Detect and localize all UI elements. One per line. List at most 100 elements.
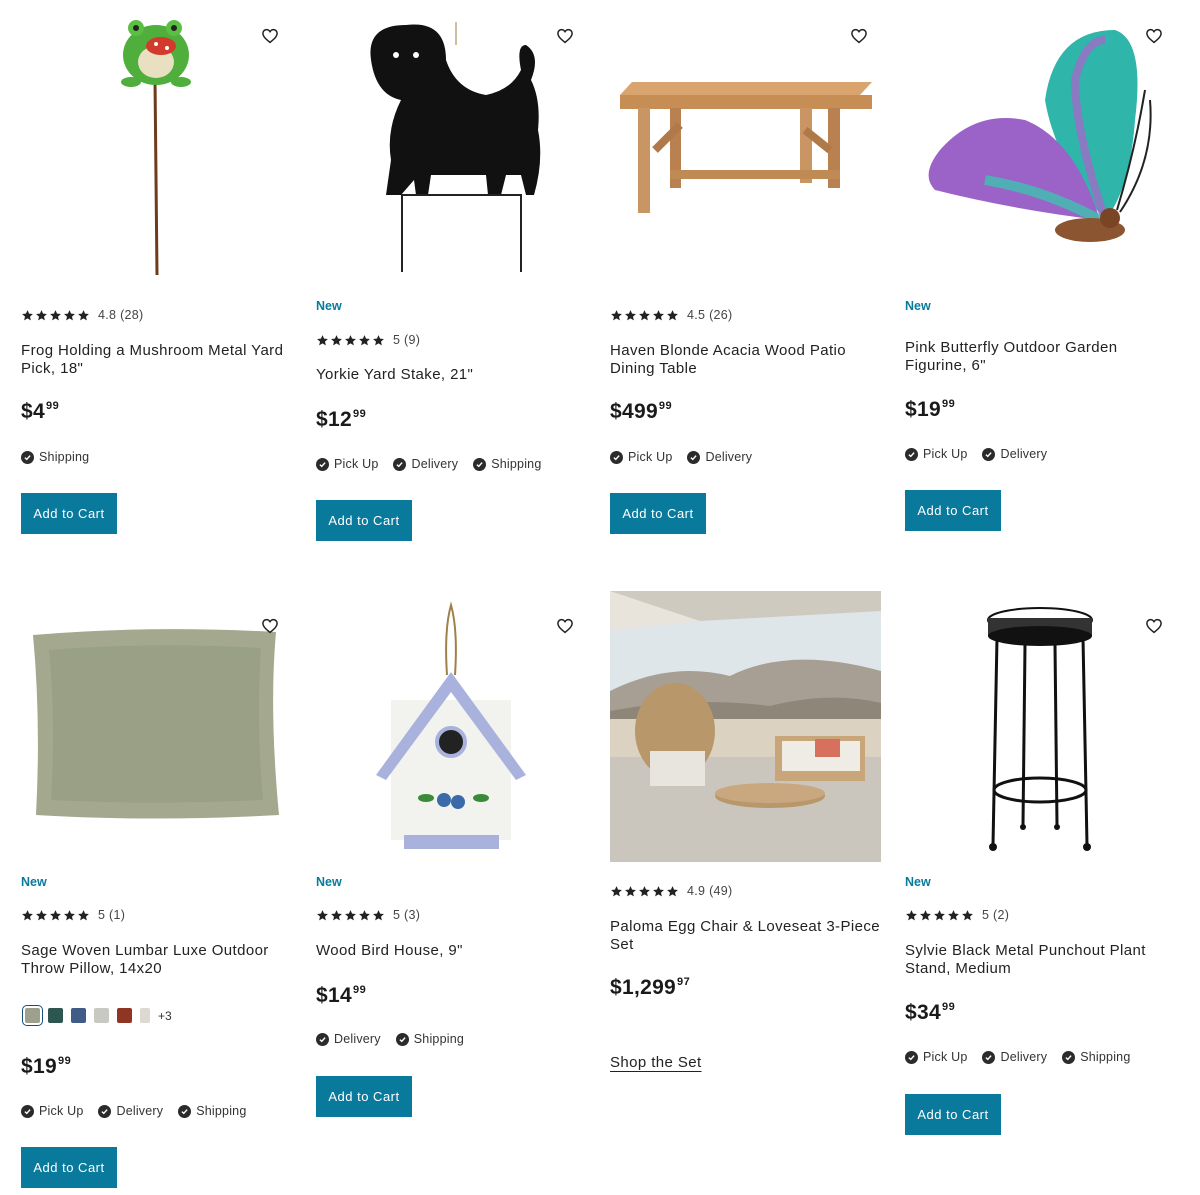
- add-to-cart-button[interactable]: Add to Cart: [905, 1094, 1001, 1135]
- product-price: $1999: [21, 1055, 72, 1078]
- rating-value: 5: [982, 908, 990, 922]
- fulfillment-option: Shipping: [473, 457, 541, 471]
- product-title[interactable]: Pink Butterfly Outdoor Garden Figurine, …: [905, 339, 1180, 374]
- review-count: (28): [120, 308, 144, 322]
- check-circle-icon: [21, 450, 34, 464]
- new-badge: New: [905, 299, 931, 313]
- fulfillment-label: Pick Up: [628, 450, 673, 464]
- product-image[interactable]: [21, 0, 296, 275]
- star-rating-icon: [316, 909, 386, 922]
- rating: 4.5 (26): [610, 308, 733, 322]
- fulfillment-option: Shipping: [395, 1032, 465, 1046]
- product-card[interactable]: New Pink Butterfly Outdoor Garden Figuri…: [905, 0, 1180, 535]
- heart-icon[interactable]: [261, 27, 279, 45]
- product-card[interactable]: 4.8 (28) Frog Holding a Mushroom Metal Y…: [21, 0, 296, 540]
- product-image[interactable]: [610, 0, 885, 275]
- add-to-cart-button[interactable]: Add to Cart: [21, 493, 117, 534]
- fulfillment-option: Shipping: [178, 1104, 246, 1118]
- fulfillment-label: Pick Up: [39, 1104, 84, 1118]
- color-swatch[interactable]: [140, 1008, 150, 1023]
- color-swatch[interactable]: [117, 1008, 132, 1023]
- product-image[interactable]: [316, 590, 591, 865]
- shop-the-set-link[interactable]: Shop the Set: [610, 1054, 702, 1071]
- fulfillment-label: Delivery: [334, 1032, 381, 1046]
- star-rating-icon: [610, 309, 680, 322]
- fulfillment-label: Pick Up: [923, 447, 968, 461]
- color-swatch[interactable]: [48, 1008, 63, 1023]
- product-price: $1999: [905, 398, 956, 421]
- heart-icon[interactable]: [556, 27, 574, 45]
- add-to-cart-button[interactable]: Add to Cart: [905, 490, 1001, 531]
- fulfillment-label: Pick Up: [923, 1050, 968, 1064]
- product-title[interactable]: Yorkie Yard Stake, 21": [316, 366, 591, 384]
- rating-value: 4.5: [687, 308, 706, 322]
- product-card[interactable]: 4.9 (49) Paloma Egg Chair & Loveseat 3-P…: [610, 590, 885, 1075]
- product-image[interactable]: [905, 0, 1180, 275]
- fulfillment-label: Delivery: [1000, 1050, 1048, 1064]
- color-swatch[interactable]: [22, 1005, 43, 1026]
- check-circle-icon: [316, 1032, 329, 1046]
- product-title[interactable]: Sage Woven Lumbar Luxe Outdoor Throw Pil…: [21, 942, 296, 977]
- product-price: $499: [21, 400, 60, 423]
- product-image[interactable]: [316, 0, 591, 275]
- fulfillment-option: Delivery: [982, 447, 1047, 461]
- review-count: (2): [993, 908, 1010, 922]
- product-image[interactable]: [21, 590, 296, 865]
- check-circle-icon: [473, 457, 487, 471]
- fulfillment-label: Delivery: [705, 450, 753, 464]
- rating: 4.8 (28): [21, 308, 144, 322]
- check-circle-icon: [178, 1104, 192, 1118]
- heart-icon[interactable]: [850, 27, 868, 45]
- fulfillment-option: Delivery: [98, 1104, 163, 1118]
- color-swatch[interactable]: [94, 1008, 109, 1023]
- rating: 4.9 (49): [610, 884, 733, 898]
- fulfillment-options: Pick Up Delivery Shipping: [905, 1050, 1145, 1064]
- product-image[interactable]: [905, 590, 1180, 865]
- heart-icon[interactable]: [556, 617, 574, 635]
- product-card[interactable]: New 5 (9) Yorkie Yard Stake, 21" $1299 P…: [316, 0, 591, 545]
- product-card[interactable]: New 5 (2) Sylvie Black Metal Punchout Pl…: [905, 590, 1180, 1140]
- star-rating-icon: [316, 334, 386, 347]
- more-colors-link[interactable]: +3: [158, 1009, 172, 1023]
- product-title[interactable]: Haven Blonde Acacia Wood Patio Dining Ta…: [610, 342, 885, 377]
- add-to-cart-button[interactable]: Add to Cart: [316, 1076, 412, 1117]
- check-circle-icon: [982, 447, 996, 461]
- product-image[interactable]: [610, 591, 881, 862]
- product-card[interactable]: New 5 (1) Sage Woven Lumbar Luxe Outdoor…: [21, 590, 296, 1190]
- rating: 5 (9): [316, 333, 420, 347]
- check-circle-icon: [982, 1050, 996, 1064]
- new-badge: New: [316, 299, 342, 313]
- color-swatch[interactable]: [71, 1008, 86, 1023]
- star-rating-icon: [21, 309, 91, 322]
- check-circle-icon: [610, 450, 623, 464]
- fulfillment-option: Pick Up: [610, 450, 672, 464]
- fulfillment-label: Delivery: [411, 457, 459, 471]
- rating-value: 5: [393, 333, 401, 347]
- heart-icon[interactable]: [1145, 27, 1163, 45]
- product-card[interactable]: New 5 (3) Wood Bird House, 9" $1499 Deli…: [316, 590, 591, 1125]
- add-to-cart-button[interactable]: Add to Cart: [316, 500, 412, 541]
- add-to-cart-button[interactable]: Add to Cart: [21, 1147, 117, 1188]
- fulfillment-label: Shipping: [413, 1032, 465, 1046]
- fulfillment-options: Pick Up Delivery: [610, 450, 767, 464]
- check-circle-icon: [316, 457, 329, 471]
- review-count: (9): [404, 333, 421, 347]
- product-card[interactable]: 4.5 (26) Haven Blonde Acacia Wood Patio …: [610, 0, 885, 540]
- heart-icon[interactable]: [261, 617, 279, 635]
- check-circle-icon: [395, 1032, 409, 1046]
- product-title[interactable]: Paloma Egg Chair & Loveseat 3-Piece Set: [610, 918, 885, 953]
- product-title[interactable]: Wood Bird House, 9": [316, 942, 591, 960]
- heart-icon[interactable]: [1145, 617, 1163, 635]
- fulfillment-options: Pick Up Delivery Shipping: [21, 1104, 261, 1118]
- rating-value: 5: [393, 908, 401, 922]
- product-price: $1299: [316, 408, 367, 431]
- add-to-cart-button[interactable]: Add to Cart: [610, 493, 706, 534]
- fulfillment-option: Pick Up: [905, 447, 967, 461]
- product-title[interactable]: Sylvie Black Metal Punchout Plant Stand,…: [905, 942, 1180, 977]
- product-title[interactable]: Frog Holding a Mushroom Metal Yard Pick,…: [21, 342, 296, 377]
- fulfillment-label: Shipping: [39, 450, 90, 464]
- color-swatches: +3: [22, 1005, 172, 1026]
- fulfillment-option: Shipping: [21, 450, 89, 464]
- check-circle-icon: [393, 457, 407, 471]
- fulfillment-option: Pick Up: [905, 1050, 967, 1064]
